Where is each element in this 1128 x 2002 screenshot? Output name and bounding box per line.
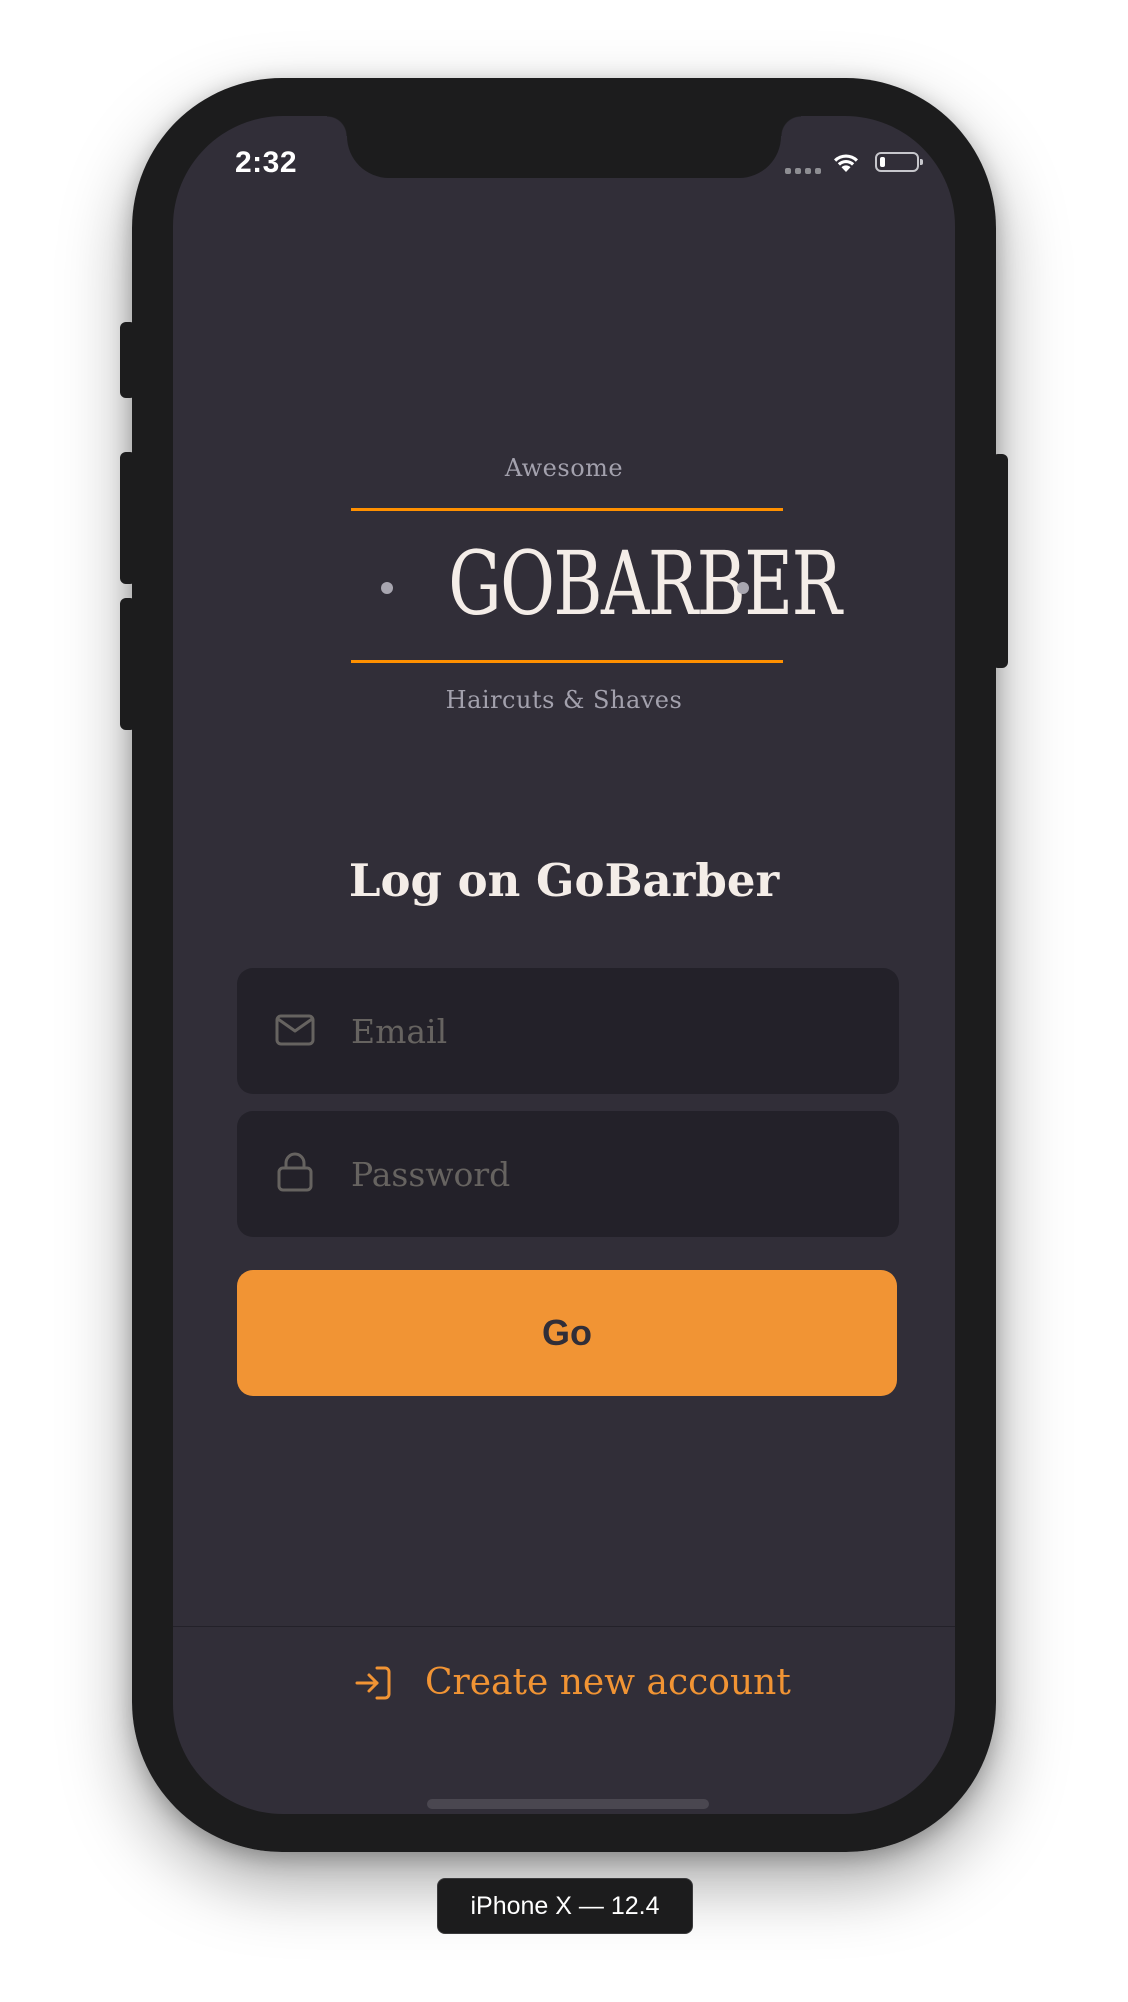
logo-ornament-left: [381, 582, 393, 594]
password-field[interactable]: [237, 1111, 899, 1237]
logo-tagline-bottom: Haircuts & Shaves: [445, 686, 683, 714]
page-title: Log on GoBarber: [348, 854, 780, 907]
email-input[interactable]: [351, 968, 871, 1094]
lock-icon: [277, 1152, 313, 1192]
simulator-device-label: iPhone X — 12.4: [437, 1878, 693, 1934]
log-in-icon: [355, 1666, 391, 1699]
home-indicator[interactable]: [427, 1799, 709, 1809]
create-account-button[interactable]: Create new account: [353, 1662, 791, 1703]
wifi-icon: [834, 154, 858, 172]
gobarber-logo: GOBARBER: [448, 532, 842, 635]
status-bar-time: 2:32: [235, 146, 298, 179]
footer-divider: [173, 1626, 955, 1627]
logo-ornament-right: [737, 582, 749, 594]
logo-tagline-top: Awesome: [504, 454, 624, 482]
cellular-signal-icon: [785, 168, 821, 174]
mail-icon: [275, 1014, 315, 1046]
create-account-label: Create new account: [425, 1662, 791, 1703]
logo-rule-bottom: [351, 660, 783, 663]
email-field[interactable]: [237, 968, 899, 1094]
battery-icon: [875, 152, 923, 172]
password-input[interactable]: [351, 1111, 871, 1237]
go-button[interactable]: Go: [237, 1270, 897, 1396]
logo-rule-top: [351, 508, 783, 511]
app-screen: 2:32 Awesome GOBARBER Haircuts & Shaves …: [173, 116, 955, 1814]
device-notch: [327, 116, 801, 178]
